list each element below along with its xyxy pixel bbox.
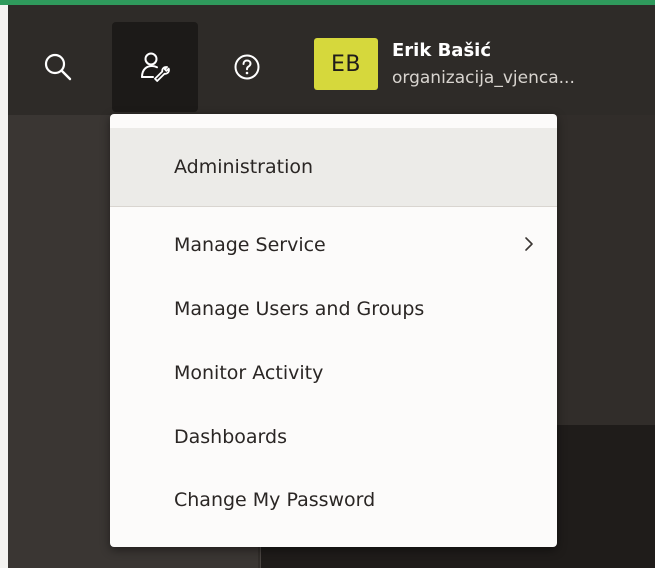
menu-header-administration[interactable]: Administration [110, 128, 557, 206]
user-wrench-icon [141, 52, 170, 82]
menu-item-label: Change My Password [174, 489, 376, 511]
user-organization[interactable]: organizacija_vjenca... [392, 68, 632, 88]
help-button[interactable] [205, 22, 289, 112]
menu-item-manage-service[interactable]: Manage Service [110, 214, 557, 276]
menu-item-label: Dashboards [174, 426, 287, 448]
chevron-right-icon [525, 237, 533, 251]
user-name[interactable]: Erik Bašić [392, 40, 491, 61]
menu-item-dashboards[interactable]: Dashboards [110, 406, 557, 468]
menu-item-manage-users-groups[interactable]: Manage Users and Groups [110, 278, 557, 340]
administration-button[interactable] [112, 22, 198, 112]
administration-menu: Administration Manage Service Manage Use… [110, 114, 557, 547]
menu-item-label: Monitor Activity [174, 362, 324, 384]
menu-item-change-password[interactable]: Change My Password [110, 469, 557, 531]
search-icon [44, 53, 72, 81]
help-icon [234, 54, 260, 80]
menu-item-label: Manage Users and Groups [174, 298, 425, 320]
user-avatar[interactable]: EB [314, 38, 378, 90]
menu-divider [110, 206, 557, 207]
search-button[interactable] [8, 22, 108, 112]
menu-item-label: Manage Service [174, 234, 326, 256]
menu-item-monitor-activity[interactable]: Monitor Activity [110, 342, 557, 404]
